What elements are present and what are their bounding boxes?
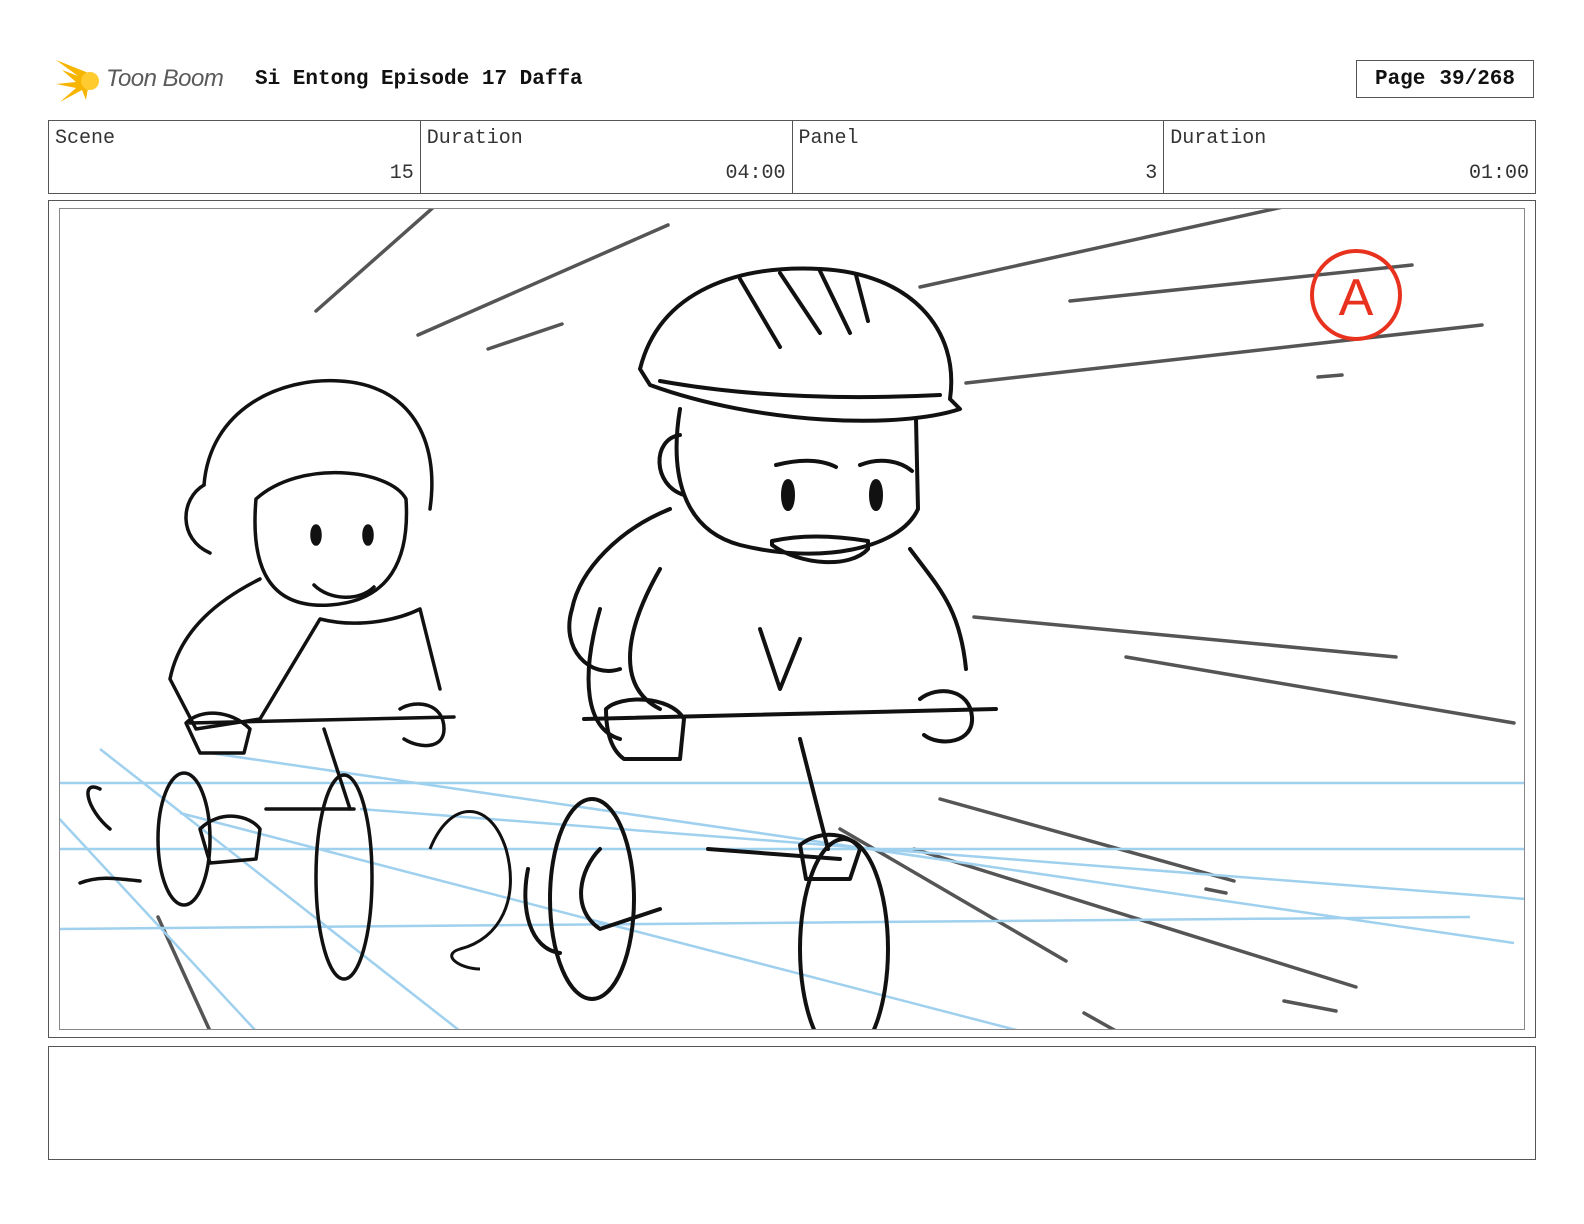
panel-duration-value: 01:00 — [1468, 162, 1529, 185]
scene-label: Scene — [55, 127, 116, 150]
scene-duration-label: Duration — [426, 127, 523, 150]
page-label: Page — [1374, 67, 1426, 91]
scene-cell: Scene 15 — [49, 121, 421, 193]
panel-frame: A — [48, 200, 1536, 1038]
panel-value: 3 — [1145, 162, 1158, 185]
page-indicator: Page 39/268 — [1356, 60, 1534, 98]
toon-boom-logo: Toon Boom — [52, 56, 242, 106]
document-title: Si Entong Episode 17 Daffa — [255, 68, 583, 91]
scene-value: 15 — [389, 162, 414, 185]
panel-notes-box[interactable] — [48, 1046, 1536, 1160]
shot-info-row: Scene 15 Duration 04:00 Panel 3 Duration… — [48, 120, 1536, 194]
logo-text: Toon Boom — [106, 65, 224, 92]
large-rider-figure — [523, 266, 998, 1029]
starburst-icon — [56, 60, 99, 102]
panel-label: Panel — [798, 127, 859, 150]
panel-duration-cell: Duration 01:00 — [1164, 121, 1535, 193]
guide-lines — [60, 748, 1524, 1029]
speed-lines — [156, 209, 1516, 1029]
sketch-drawing: A — [60, 209, 1524, 1029]
panel-image: A — [59, 208, 1525, 1030]
scene-duration-value: 04:00 — [725, 162, 786, 185]
scene-duration-cell: Duration 04:00 — [421, 121, 793, 193]
small-rider-figure — [78, 378, 456, 981]
storyboard-header: Toon Boom Si Entong Episode 17 Daffa Pag… — [50, 56, 1534, 106]
page-number: 39/268 — [1439, 67, 1516, 91]
panel-marker: A — [1310, 249, 1402, 341]
svg-text:A: A — [1339, 269, 1374, 327]
panel-duration-label: Duration — [1170, 127, 1267, 150]
panel-cell: Panel 3 — [793, 121, 1165, 193]
motion-squiggle — [428, 810, 512, 971]
